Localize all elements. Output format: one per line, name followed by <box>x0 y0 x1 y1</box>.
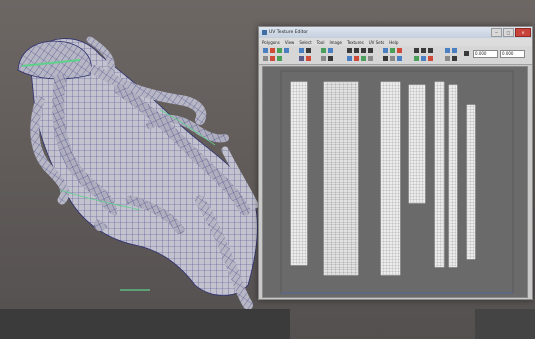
toolbar-icon[interactable] <box>428 48 433 53</box>
toolbar-icon[interactable] <box>390 56 395 61</box>
toolbar-icon[interactable] <box>414 56 419 61</box>
menu-bar: Polygons View Select Tool Image Textures… <box>259 38 532 46</box>
menu-select[interactable]: Select <box>299 40 311 45</box>
uv-shell[interactable] <box>290 81 308 266</box>
toolbar-icon[interactable] <box>361 48 366 53</box>
toolbar-icon[interactable] <box>445 56 450 61</box>
uv-shell[interactable] <box>448 84 458 268</box>
toolbar-icon[interactable] <box>414 48 419 53</box>
dim-image-icon[interactable] <box>299 56 304 61</box>
close-button[interactable]: ✕ <box>515 28 531 37</box>
toolbar-icon[interactable] <box>397 56 402 61</box>
toolbar-icon[interactable] <box>354 48 359 53</box>
toolbar-icon[interactable] <box>390 48 395 53</box>
title-bar[interactable]: UV Texture Editor ─ □ ✕ <box>259 27 532 38</box>
viewport-corner-panel <box>475 309 535 339</box>
window-title: UV Texture Editor <box>269 30 309 35</box>
shade-uv-icon[interactable] <box>306 56 311 61</box>
toolbar-icon[interactable] <box>347 48 352 53</box>
menu-textures[interactable]: Textures <box>347 40 364 45</box>
menu-tool[interactable]: Tool <box>317 40 325 45</box>
uv-shell[interactable] <box>466 104 476 260</box>
toolbar-icon[interactable] <box>368 56 373 61</box>
select-tool-icon[interactable] <box>263 48 268 53</box>
toolbar-icon[interactable] <box>321 48 326 53</box>
scale-tool-icon[interactable] <box>284 48 289 53</box>
uv-canvas[interactable] <box>262 66 528 298</box>
checker-icon[interactable] <box>277 56 282 61</box>
minimize-button[interactable]: ─ <box>491 28 502 37</box>
toolbar-icon[interactable] <box>421 56 426 61</box>
toolbar-icon[interactable] <box>354 56 359 61</box>
uv-toolbar: 0.000 0.000 <box>259 46 532 65</box>
toolbar-icon[interactable] <box>383 56 388 61</box>
toolbar-icon[interactable] <box>397 48 402 53</box>
move-tool-icon[interactable] <box>270 48 275 53</box>
maximize-button[interactable]: □ <box>503 28 514 37</box>
app-icon <box>262 30 267 35</box>
grid-icon[interactable] <box>299 48 304 53</box>
uv-shell[interactable] <box>380 81 401 276</box>
toolbar-icon[interactable] <box>452 48 457 53</box>
toolbar-icon[interactable] <box>383 48 388 53</box>
image-toggle-icon[interactable] <box>306 48 311 53</box>
toolbar-icon[interactable] <box>464 51 469 56</box>
menu-help[interactable]: Help <box>389 40 398 45</box>
toolbar-icon[interactable] <box>347 56 352 61</box>
uv-shell[interactable] <box>434 81 445 268</box>
uv-shell[interactable] <box>323 81 359 276</box>
menu-image[interactable]: Image <box>329 40 342 45</box>
uv-texture-editor-window[interactable]: UV Texture Editor ─ □ ✕ Polygons View Se… <box>258 26 533 300</box>
toolbar-icon[interactable] <box>328 48 333 53</box>
toolbar-icon[interactable] <box>368 48 373 53</box>
menu-uv-sets[interactable]: UV Sets <box>369 40 385 45</box>
toolbar-icon[interactable] <box>452 56 457 61</box>
flip-icon[interactable] <box>263 56 268 61</box>
viewport-status-strip <box>0 309 290 339</box>
u-coordinate-field[interactable]: 0.000 <box>473 50 498 58</box>
snap-icon[interactable] <box>270 56 275 61</box>
toolbar-icon[interactable] <box>361 56 366 61</box>
uv-layout[interactable] <box>263 67 527 297</box>
toolbar-icon[interactable] <box>445 48 450 53</box>
menu-view[interactable]: View <box>285 40 295 45</box>
toolbar-icon[interactable] <box>328 56 333 61</box>
menu-polygons[interactable]: Polygons <box>262 40 280 45</box>
toolbar-icon[interactable] <box>428 56 433 61</box>
v-coordinate-field[interactable]: 0.000 <box>500 50 525 58</box>
toolbar-icon[interactable] <box>421 48 426 53</box>
uv-shell[interactable] <box>408 84 426 204</box>
toolbar-icon[interactable] <box>321 56 326 61</box>
rotate-tool-icon[interactable] <box>277 48 282 53</box>
